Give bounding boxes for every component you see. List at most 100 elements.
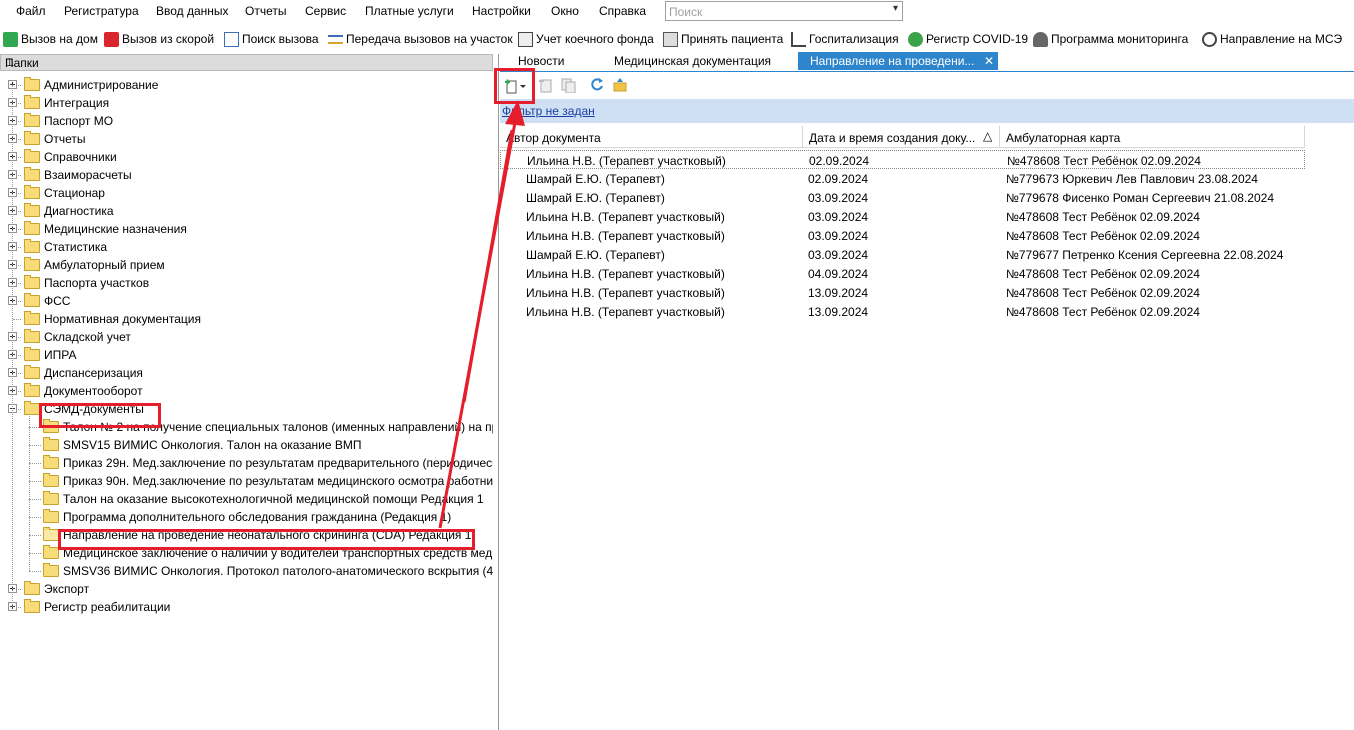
- column-header-author[interactable]: Автор документа: [500, 126, 803, 148]
- tree-item-label: SMSV15 ВИМИС Онкология. Талон на оказани…: [63, 438, 362, 452]
- menu-service[interactable]: Сервис: [305, 4, 346, 18]
- hospitalization-button[interactable]: Госпитализация: [791, 31, 899, 47]
- folder-icon: [43, 437, 59, 451]
- tree-item[interactable]: Амбулаторный прием: [0, 256, 493, 274]
- date-cell: 13.09.2024: [808, 286, 869, 300]
- close-icon[interactable]: ✕: [984, 54, 994, 68]
- delete-document-button[interactable]: [538, 77, 554, 93]
- date-cell: 02.09.2024: [808, 172, 869, 186]
- folder-icon: [24, 599, 40, 613]
- tree-item-label: Диагностика: [44, 204, 114, 218]
- table-row[interactable]: Шамрай Е.Ю. (Терапевт) 02.09.2024 №779673 …: [500, 169, 1305, 188]
- menu-registry[interactable]: Регистратура: [64, 4, 139, 18]
- tree-item[interactable]: Складской учет: [0, 328, 493, 346]
- tab-medical-docs[interactable]: Медицинская документация: [602, 52, 782, 70]
- menu-file[interactable]: Файл: [16, 4, 46, 18]
- covid-registry-button[interactable]: Регистр COVID-19: [908, 31, 1028, 47]
- tree-item[interactable]: Интеграция: [0, 94, 493, 112]
- tree-connector: [29, 481, 41, 482]
- table-row[interactable]: Ильина Н.В. (Терапевт участковый) 13.09.2…: [500, 283, 1305, 302]
- table-row[interactable]: Ильина Н.В. (Терапевт участковый) 13.09.2…: [500, 302, 1305, 321]
- tree-item-label: Статистика: [44, 240, 108, 254]
- monitoring-program-button[interactable]: Программа мониторинга: [1033, 31, 1188, 47]
- toolbar-label: Поиск вызова: [242, 32, 319, 46]
- toolbar-label: Вызов из скорой: [122, 32, 215, 46]
- tree-item[interactable]: Нормативная документация: [0, 310, 493, 328]
- tree-item[interactable]: Документооборот: [0, 382, 493, 400]
- copy-doc-icon: [561, 78, 576, 94]
- column-header-card[interactable]: Амбулаторная карта: [1000, 126, 1305, 148]
- menu-help[interactable]: Справка: [599, 4, 646, 18]
- tab-neonatal-screening[interactable]: Направление на проведени... ✕: [798, 52, 998, 70]
- menu-settings[interactable]: Настройки: [472, 4, 531, 18]
- tree-item[interactable]: Стационар: [0, 184, 493, 202]
- table-row[interactable]: Ильина Н.В. (Терапевт участковый) 02.09.2…: [500, 150, 1305, 169]
- folder-icon: [24, 581, 40, 595]
- tree-item[interactable]: Диагностика: [0, 202, 493, 220]
- toolbar-label: Программа мониторинга: [1051, 32, 1189, 46]
- date-cell: 04.09.2024: [808, 267, 869, 281]
- folder-icon: [24, 203, 40, 217]
- tree-item[interactable]: Администрирование: [0, 76, 493, 94]
- search-doc-icon: [224, 31, 239, 47]
- tree-item[interactable]: Экспорт: [0, 580, 493, 598]
- tree-item[interactable]: Программа дополнительного обследования г…: [0, 508, 493, 526]
- tree-item[interactable]: Регистр реабилитации: [0, 598, 493, 616]
- tree-item[interactable]: Отчеты: [0, 130, 493, 148]
- tree-item-label: Диспансеризация: [44, 366, 143, 380]
- tree-connector: [29, 571, 41, 572]
- tree-item[interactable]: ИПРА: [0, 346, 493, 364]
- menu-window[interactable]: Окно: [551, 4, 579, 18]
- tree-item[interactable]: Паспорта участков: [0, 274, 493, 292]
- tree-item[interactable]: Паспорт МО: [0, 112, 493, 130]
- table-row[interactable]: Шамрай Е.Ю. (Терапевт) 03.09.2024 №779677 …: [500, 245, 1305, 264]
- search-input[interactable]: Поиск ▾: [665, 1, 903, 21]
- column-label: Дата и время создания доку...: [809, 131, 976, 145]
- tree-item[interactable]: Диспансеризация: [0, 364, 493, 382]
- tree-item-label: Паспорта участков: [44, 276, 150, 290]
- toolbar-label: Вызов на дом: [21, 32, 98, 46]
- accept-patient-button[interactable]: Принять пациента: [663, 31, 783, 47]
- tab-label: Новости: [518, 54, 565, 68]
- mse-referral-button[interactable]: Направление на МСЭ: [1202, 31, 1342, 47]
- column-label: Амбулаторная карта: [1006, 131, 1121, 145]
- menu-paid-services[interactable]: Платные услуги: [365, 4, 454, 18]
- delete-doc-icon: [539, 79, 552, 93]
- tree-item[interactable]: SMSV36 ВИМИС Онкология. Протокол патолог…: [0, 562, 493, 580]
- table-row[interactable]: Ильина Н.В. (Терапевт участковый) 03.09.2…: [500, 226, 1305, 245]
- pin-icon[interactable]: ⊥: [5, 56, 486, 69]
- folder-icon: [24, 221, 40, 235]
- table-row[interactable]: Ильина Н.В. (Терапевт участковый) 04.09.2…: [500, 264, 1305, 283]
- tree-item[interactable]: SMSV15 ВИМИС Онкология. Талон на оказани…: [0, 436, 493, 454]
- tree-item[interactable]: Талон на оказание высокотехнологичной ме…: [0, 490, 493, 508]
- menu-reports[interactable]: Отчеты: [245, 4, 286, 18]
- search-call-button[interactable]: Поиск вызова: [224, 31, 319, 47]
- transfer-calls-button[interactable]: Передача вызовов на участок: [328, 31, 513, 47]
- folder-icon: [24, 95, 40, 109]
- virus-icon: [908, 31, 923, 47]
- tree-item[interactable]: Статистика: [0, 238, 493, 256]
- tree-item[interactable]: Приказ 90н. Мед.заключение по результата…: [0, 472, 493, 490]
- column-header-created[interactable]: Дата и время создания доку... △: [803, 126, 1000, 148]
- folder-icon: [24, 311, 40, 325]
- filter-link[interactable]: Фильтр не задан: [502, 104, 595, 118]
- tree-item[interactable]: Взаиморасчеты: [0, 166, 493, 184]
- refresh-button[interactable]: [589, 77, 605, 93]
- tree-item[interactable]: Приказ 29н. Мед.заключение по результата…: [0, 454, 493, 472]
- copy-document-button[interactable]: [560, 77, 576, 94]
- tree-item[interactable]: ФСС: [0, 292, 493, 310]
- transfer-icon: [328, 34, 343, 44]
- ambulance-call-button[interactable]: Вызов из скорой: [104, 31, 214, 47]
- table-row[interactable]: Ильина Н.В. (Терапевт участковый) 03.09.2…: [500, 207, 1305, 226]
- tree-item[interactable]: Медицинские назначения: [0, 220, 493, 238]
- folder-icon: [24, 77, 40, 91]
- bed-fund-button[interactable]: Учет коечного фонда: [518, 31, 654, 47]
- chevron-down-icon[interactable]: ▾: [893, 3, 898, 14]
- folder-icon: [24, 149, 40, 163]
- tree-item[interactable]: Справочники: [0, 148, 493, 166]
- menu-data-entry[interactable]: Ввод данных: [156, 4, 229, 18]
- table-row[interactable]: Шамрай Е.Ю. (Терапевт) 03.09.2024 №779678 …: [500, 188, 1305, 207]
- sign-document-button[interactable]: [612, 77, 628, 93]
- home-call-button[interactable]: Вызов на дом: [3, 31, 98, 47]
- folder-icon: [43, 545, 59, 559]
